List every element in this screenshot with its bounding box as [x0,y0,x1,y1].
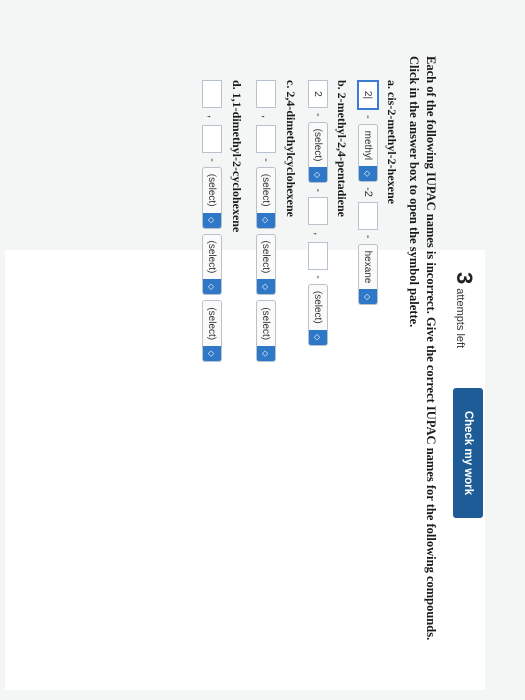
dash-separator: - [312,275,324,279]
select-c2-value: (select) [260,240,272,274]
answer-box-b2[interactable] [308,197,328,226]
attempts-indicator: 3 attempts left [451,272,477,348]
select-d1-value: (select) [206,173,218,207]
answer-box-a1[interactable]: 2| [357,80,379,110]
question-b-answer-row: 2 - (select) ◇ - , - (select) ◇ [308,80,328,346]
dash-separator: - [362,234,374,239]
answer-box-c1[interactable] [256,80,276,108]
answer-box-b3[interactable] [308,242,328,271]
select-d3[interactable]: (select) ◇ [202,300,222,363]
select-arrow-icon: ◇ [257,279,275,295]
select-d3-value: (select) [206,307,218,341]
select-arrow-icon: ◇ [203,346,221,362]
comma-separator: , [312,232,324,236]
select-b1-value: (select) [312,128,324,162]
dash-separator: - [312,113,324,117]
select-c1-value: (select) [260,173,272,207]
select-arrow-icon: ◇ [257,346,275,362]
attempts-label: attempts left [454,288,466,349]
answer-box-a2[interactable] [358,201,378,230]
question-b-label: b. 2-methyl-2,4-pentadiene [335,80,349,217]
question-d-answer-row: , - (select) ◇ (select) ◇ (select) ◇ [202,80,222,363]
answer-box-d1[interactable] [202,80,222,108]
question-a-answer-row: 2| - methyl ◇ -2 - hexane ◇ [357,80,379,306]
locant-text-a: -2 [362,187,374,197]
select-arrow-icon: ◇ [309,329,327,345]
answer-box-d2[interactable] [202,125,222,154]
dash-separator: - [362,115,374,119]
select-d1[interactable]: (select) ◇ [202,166,222,229]
select-c2[interactable]: (select) ◇ [256,233,276,296]
select-a1-value: methyl [362,130,374,161]
instructions-text: Each of the following IUPAC names is inc… [407,56,438,641]
select-arrow-icon: ◇ [257,212,275,228]
check-my-work-button[interactable]: Check my work [453,388,483,518]
question-c-label: c. 2,4-dimethylcyclohexene [284,80,298,217]
select-a2[interactable]: hexane ◇ [358,243,378,306]
page-canvas: 3 attempts left Check my work Each of th… [0,0,525,700]
select-arrow-icon: ◇ [203,279,221,295]
select-b2[interactable]: (select) ◇ [308,283,328,346]
question-d-label: d. 1,1-dimethyl-2-cyclohexene [230,80,244,233]
select-arrow-icon: ◇ [309,167,327,183]
select-arrow-icon: ◇ [359,289,377,305]
answer-box-b1[interactable]: 2 [308,80,328,108]
dash-separator: - [206,158,218,162]
attempts-count: 3 [452,272,477,285]
select-a2-value: hexane [362,250,374,284]
select-a1[interactable]: methyl ◇ [358,123,378,183]
select-arrow-icon: ◇ [203,212,221,228]
comma-separator: , [260,115,272,119]
comma-separator: , [206,115,218,119]
select-d2-value: (select) [206,240,218,274]
select-c3[interactable]: (select) ◇ [256,300,276,363]
dash-separator: - [312,188,324,193]
select-d2[interactable]: (select) ◇ [202,233,222,296]
select-c3-value: (select) [260,307,272,341]
select-c1[interactable]: (select) ◇ [256,166,276,229]
select-b2-value: (select) [312,290,324,324]
select-b1[interactable]: (select) ◇ [308,121,328,184]
question-c-answer-row: , - (select) ◇ (select) ◇ (select) ◇ [256,80,276,363]
question-a-label: a. cis-2-methyl-2-hexene [385,80,399,204]
dash-separator: - [260,158,272,162]
select-arrow-icon: ◇ [359,166,377,182]
answer-box-c2[interactable] [256,125,276,154]
